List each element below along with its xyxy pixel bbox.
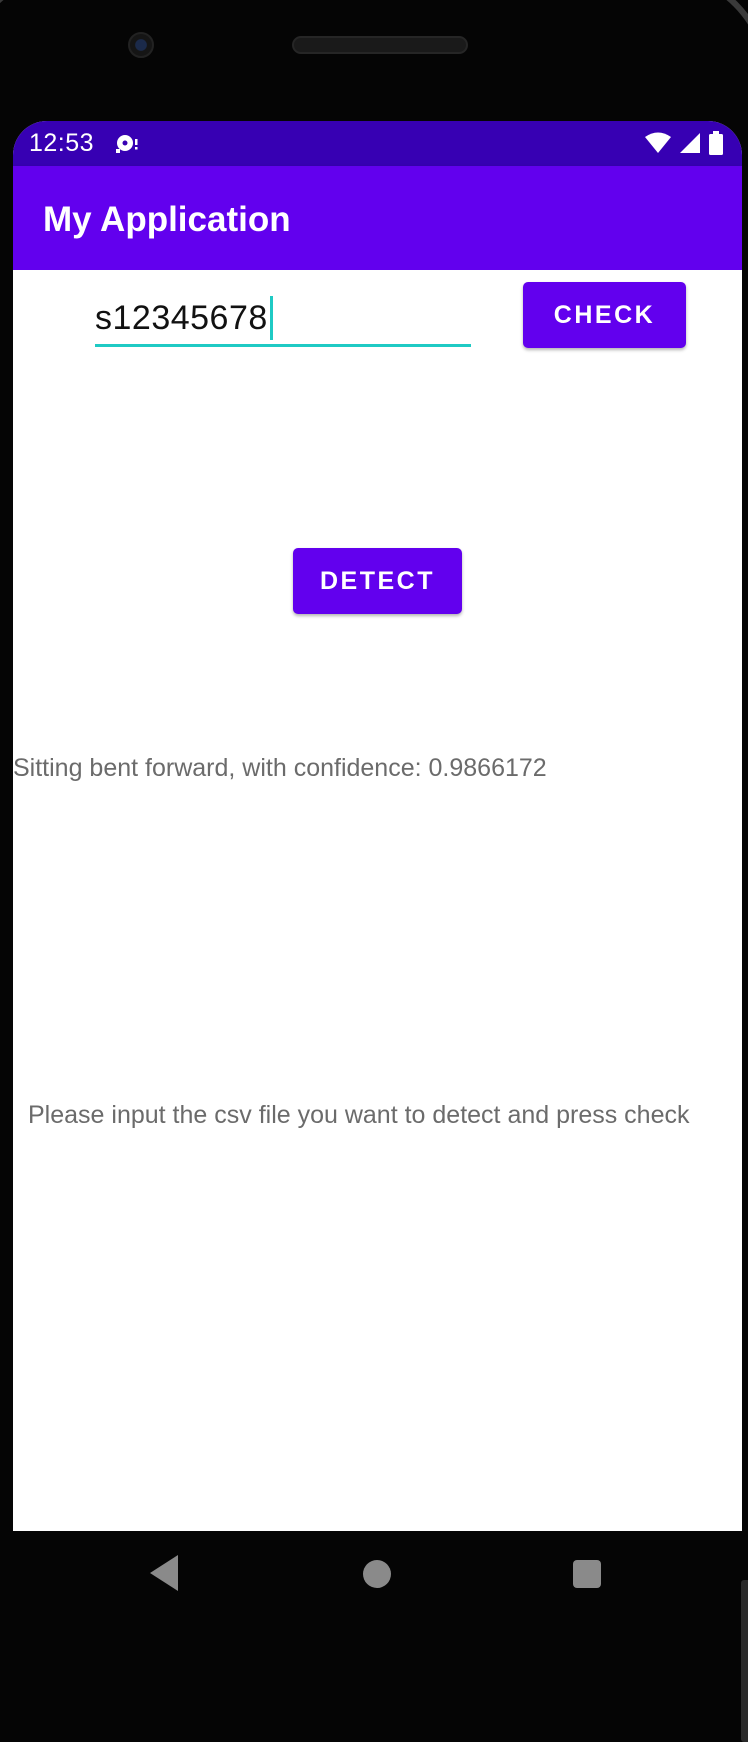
app-bar: My Application [13, 166, 742, 270]
wifi-icon [645, 132, 671, 153]
front-camera [128, 32, 154, 58]
status-bar: 12:53 [13, 121, 742, 166]
status-icons [644, 131, 724, 155]
recents-icon[interactable] [573, 1560, 601, 1588]
csv-filename-input[interactable]: s12345678 [95, 292, 471, 347]
phone-screen: 12:53 My Application s12345678 CHECK DET… [13, 121, 742, 1531]
status-time: 12:53 [29, 129, 95, 157]
detect-button[interactable]: DETECT [293, 548, 462, 614]
system-navigation-bar [0, 1531, 748, 1621]
main-content: s12345678 CHECK DETECT Sitting bent forw… [13, 270, 742, 1531]
app-title: My Application [43, 200, 291, 239]
notification-disc-icon [116, 135, 138, 153]
home-icon[interactable] [363, 1560, 391, 1588]
check-button[interactable]: CHECK [523, 282, 686, 348]
cell-signal-icon [680, 133, 700, 153]
side-button [741, 1580, 748, 1742]
earpiece-speaker [292, 36, 468, 54]
text-cursor [269, 296, 273, 340]
detection-result-text: Sitting bent forward, with confidence: 0… [13, 754, 547, 782]
device-frame: 12:53 My Application s12345678 CHECK DET… [0, 0, 748, 1742]
back-icon[interactable] [150, 1555, 178, 1591]
instruction-text: Please input the csv file you want to de… [28, 1101, 690, 1129]
battery-icon [709, 131, 723, 155]
csv-filename-input-value[interactable]: s12345678 [95, 299, 268, 338]
